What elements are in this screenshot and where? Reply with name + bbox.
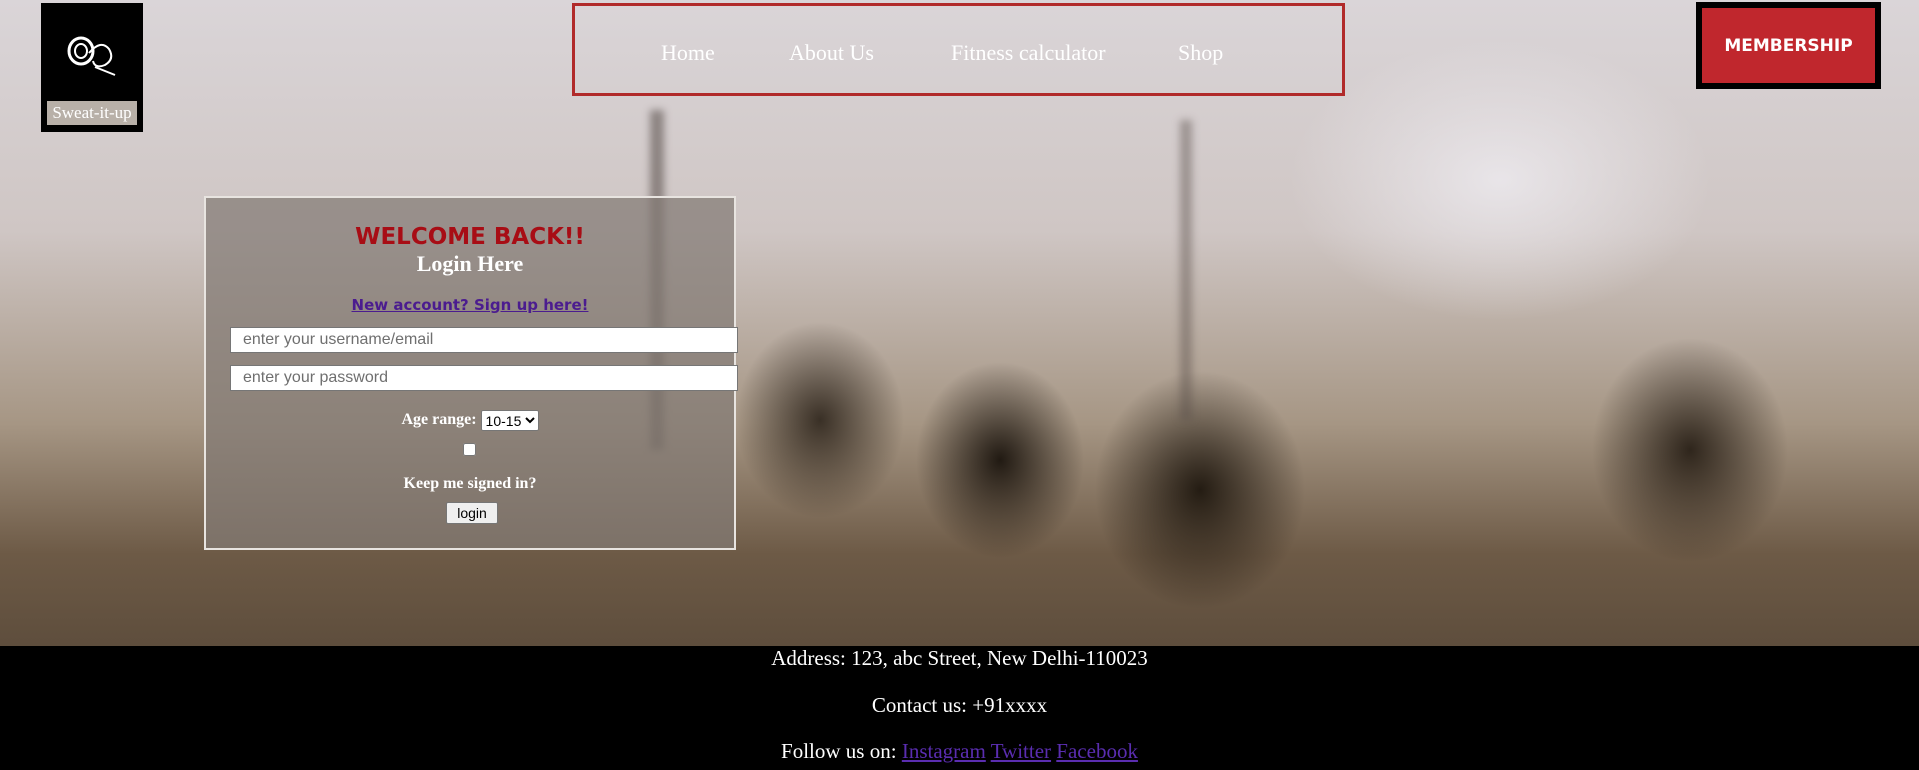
nav-fitness-calculator[interactable]: Fitness calculator xyxy=(951,40,1106,66)
barbell-logo-icon xyxy=(67,36,116,76)
follow-label: Follow us on: xyxy=(781,739,897,763)
main-nav: Home About Us Fitness calculator Shop xyxy=(572,3,1345,96)
footer-follow: Follow us on: Instagram Twitter Facebook xyxy=(0,739,1919,764)
password-input[interactable] xyxy=(230,365,738,391)
membership-label: MEMBERSHIP xyxy=(1702,8,1875,83)
age-range-row: Age range: 10-15 xyxy=(206,410,734,431)
age-range-select[interactable]: 10-15 xyxy=(480,410,539,431)
brand-name: Sweat-it-up xyxy=(47,101,137,125)
login-title: Login Here xyxy=(416,251,524,276)
footer: Address: 123, abc Street, New Delhi-1100… xyxy=(0,646,1919,770)
brand-logo[interactable]: Sweat-it-up xyxy=(41,3,143,132)
instagram-link[interactable]: Instagram xyxy=(902,739,986,763)
nav-shop[interactable]: Shop xyxy=(1178,40,1223,66)
keep-signed-in-label: Keep me signed in? xyxy=(403,475,537,492)
facebook-link[interactable]: Facebook xyxy=(1056,739,1138,763)
welcome-heading: WELCOME BACK!! xyxy=(355,224,585,250)
keep-signed-in-checkbox[interactable] xyxy=(463,443,476,456)
username-input[interactable] xyxy=(230,327,738,353)
footer-address: Address: 123, abc Street, New Delhi-1100… xyxy=(771,646,1148,670)
login-button[interactable]: login xyxy=(446,502,498,524)
membership-button[interactable]: MEMBERSHIP xyxy=(1696,2,1881,89)
twitter-link[interactable]: Twitter xyxy=(991,739,1051,763)
footer-contact: Contact us: +91xxxx xyxy=(871,693,1048,717)
nav-home[interactable]: Home xyxy=(661,40,715,66)
nav-about-us[interactable]: About Us xyxy=(789,40,874,66)
signup-link[interactable]: New account? Sign up here! xyxy=(206,296,734,314)
login-card: WELCOME BACK!! Login Here New account? S… xyxy=(204,196,738,550)
age-range-label: Age range: xyxy=(401,411,477,429)
